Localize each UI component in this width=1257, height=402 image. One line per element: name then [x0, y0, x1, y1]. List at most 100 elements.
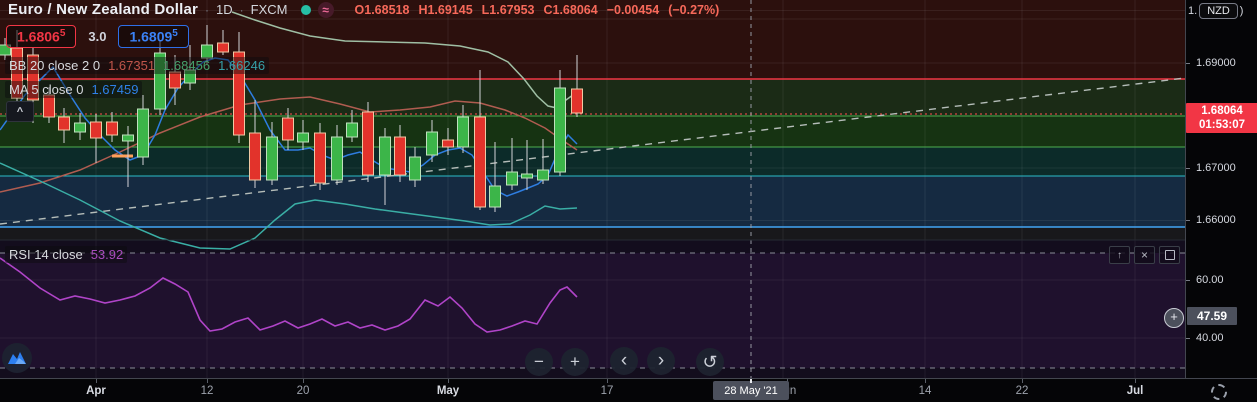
- time-axis-label: May: [436, 385, 460, 397]
- pane-close-button[interactable]: ×: [1134, 246, 1155, 264]
- candle-up: [137, 108, 149, 158]
- price-axis-label: 1.69000: [1196, 57, 1236, 69]
- ohlc-token: H1.69145: [418, 2, 473, 17]
- zoom-in-button[interactable]: +: [561, 348, 589, 376]
- pan-right-button[interactable]: ›: [647, 347, 675, 375]
- candle-up: [266, 136, 278, 181]
- crosshair-axis-tick: [750, 379, 752, 383]
- separator: ·: [239, 2, 244, 17]
- axis-settings-gear-icon[interactable]: [1211, 384, 1227, 400]
- candle-down: [474, 116, 486, 208]
- time-axis-label: 14: [918, 385, 932, 397]
- time-axis-tick: [925, 379, 926, 383]
- ohlc-token: O1.68518: [354, 2, 410, 17]
- exchange-label: FXCM: [250, 2, 288, 17]
- time-axis-label: 17: [600, 385, 614, 397]
- ma-indicator-legend[interactable]: MA 5 close 0 1.67459: [5, 81, 143, 98]
- time-axis-label: 12: [200, 385, 214, 397]
- bb-indicator-legend[interactable]: BB 20 close 2 0 1.67351 1.68456 1.66246: [5, 57, 270, 74]
- candle-up: [122, 134, 134, 142]
- bar-countdown: 01:53:07: [1198, 119, 1246, 131]
- bb-lower-value: 1.66246: [218, 58, 266, 73]
- market-status-dot-icon: [300, 4, 311, 15]
- pan-left-button[interactable]: ‹: [610, 347, 638, 375]
- zoom-out-button[interactable]: −: [525, 348, 553, 376]
- candle-up: [506, 171, 518, 186]
- time-axis-tick: [448, 379, 449, 383]
- bb-upper-value: 1.68456: [163, 58, 211, 73]
- trading-chart-app: Euro / New Zealand Dollar · 1D · FXCM ≈ …: [0, 0, 1257, 402]
- time-axis-label: 22: [1015, 385, 1029, 397]
- rsi-band-fill: [0, 253, 1185, 368]
- candle-down: [314, 132, 326, 184]
- rsi-axis-label: 60.00: [1196, 274, 1224, 286]
- candle-down: [169, 71, 181, 89]
- candle-down: [217, 42, 229, 53]
- candle-up: [346, 122, 358, 138]
- axis-tick: [1186, 220, 1190, 221]
- rsi-axis-label: 40.00: [1196, 332, 1224, 344]
- ohlc-token: (−0.27%): [668, 2, 720, 17]
- axis-top-partial-left: 1.: [1188, 5, 1198, 17]
- candle-down: [571, 88, 583, 114]
- background-zone: [0, 147, 1185, 176]
- axis-top-row: 1. NZD ): [1188, 3, 1243, 19]
- approx-data-icon: ≈: [317, 1, 334, 18]
- crosshair-date-badge: 28 May '21: [713, 381, 789, 400]
- time-axis-tick: [1022, 379, 1023, 383]
- reset-chart-button[interactable]: ↺: [696, 348, 724, 376]
- price-axis-label: 1.67000: [1196, 162, 1236, 174]
- time-axis[interactable]: Apr1220May17Jun1422Jul 28 May '21: [0, 378, 1257, 402]
- ask-price-box[interactable]: 1.68095: [118, 25, 189, 48]
- price-axis-label: 1.66000: [1196, 214, 1236, 226]
- rsi-axis-badge: 47.59: [1187, 307, 1237, 325]
- mountains-logo-icon: [8, 352, 26, 364]
- background-zone: [0, 116, 1185, 147]
- axis-tick: [1186, 338, 1190, 339]
- candle-down: [282, 117, 294, 141]
- time-axis-label: Jul: [1126, 385, 1144, 397]
- ma-label: MA 5 close 0: [9, 82, 84, 97]
- time-axis-tick: [96, 379, 97, 383]
- background-zone: [0, 176, 1185, 227]
- candle-up: [537, 169, 549, 181]
- bid-price-box[interactable]: 1.68065: [6, 25, 77, 48]
- symbol-title[interactable]: Euro / New Zealand Dollar: [8, 1, 198, 18]
- candle-up: [554, 87, 566, 173]
- add-alert-plus-icon[interactable]: +: [1164, 308, 1184, 328]
- time-axis-label: Apr: [86, 385, 106, 397]
- candle-up: [426, 131, 438, 156]
- candle-up: [521, 173, 533, 179]
- bb-label: BB 20 close 2 0: [9, 58, 101, 73]
- candle-down: [43, 94, 55, 118]
- time-axis-tick: [303, 379, 304, 383]
- rsi-indicator-legend[interactable]: RSI 14 close 53.92: [5, 246, 128, 263]
- chart-logo-button[interactable]: [2, 343, 32, 373]
- candle-up: [74, 122, 86, 133]
- bid-ask-row: 1.68065 3.0 1.68095: [6, 25, 189, 48]
- pane-move-up-button[interactable]: ↑: [1109, 246, 1130, 264]
- time-axis-tick: [607, 379, 608, 383]
- candle-up: [379, 136, 391, 176]
- candle-down: [58, 116, 70, 131]
- bb-basis-value: 1.67351: [108, 58, 156, 73]
- price-axis[interactable]: 1. NZD ) 1.69000 1.67000 1.66000 60.00 40.00…: [1185, 0, 1257, 402]
- ohlc-token: L1.67953: [481, 2, 535, 17]
- last-price-badge: 1.68064 01:53:07: [1186, 103, 1257, 133]
- symbol-header: Euro / New Zealand Dollar · 1D · FXCM ≈ …: [8, 1, 719, 18]
- pane-maximize-button[interactable]: [1159, 246, 1180, 264]
- candle-up: [457, 116, 469, 148]
- last-price-value: 1.68064: [1201, 105, 1243, 117]
- ohlc-values: O1.68518 H1.69145 L1.67953 C1.68064 −0.00454…: [355, 3, 720, 17]
- ohlc-token: C1.68064: [543, 2, 598, 17]
- currency-badge[interactable]: NZD: [1199, 3, 1238, 19]
- rsi-value: 53.92: [90, 247, 124, 262]
- candle-up: [331, 136, 343, 181]
- legend-collapse-button[interactable]: ^: [6, 101, 34, 122]
- candle-down: [90, 121, 102, 139]
- candle-up: [489, 185, 501, 208]
- interval-label[interactable]: 1D: [216, 2, 233, 17]
- candle-down: [442, 139, 454, 148]
- ma-value: 1.67459: [91, 82, 139, 97]
- candle-down: [249, 132, 261, 181]
